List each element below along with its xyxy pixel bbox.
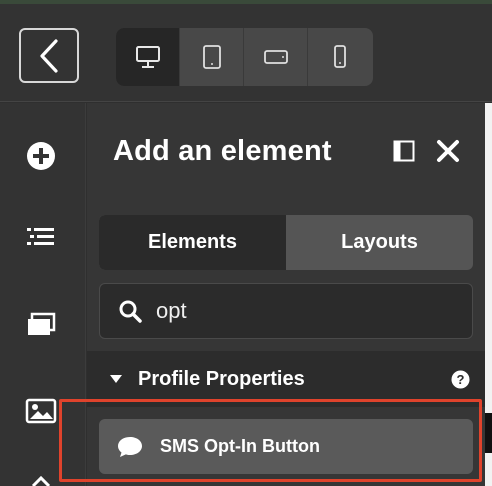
list-item-label: SMS Opt-In Button	[160, 436, 320, 456]
device-tablet-button[interactable]	[180, 28, 244, 86]
device-preview-group	[116, 28, 373, 86]
results-list: SMS Opt-In Button	[87, 407, 485, 486]
tab-elements[interactable]: Elements	[99, 215, 286, 270]
add-element-panel: Add an element Elements Layouts opt Prof…	[87, 103, 485, 486]
rail-layers-button[interactable]	[24, 307, 58, 341]
image-icon	[25, 398, 57, 424]
rail-add-button[interactable]	[24, 139, 58, 173]
toolbar	[0, 4, 492, 102]
rail-partial-icon	[31, 476, 51, 486]
search-value: opt	[156, 298, 187, 323]
dock-panel-icon[interactable]	[393, 140, 415, 162]
desktop-icon	[135, 46, 160, 68]
rail-list-button[interactable]	[24, 220, 58, 254]
list-item-sms-opt-in[interactable]: SMS Opt-In Button	[99, 419, 473, 474]
search-icon	[119, 300, 142, 323]
device-tablet-landscape-button[interactable]	[244, 28, 308, 86]
back-button[interactable]	[19, 28, 79, 83]
phone-icon	[334, 45, 346, 68]
tab-layouts[interactable]: Layouts	[286, 215, 473, 270]
panel-tabs: Elements Layouts	[99, 215, 473, 270]
canvas-edge-mark	[485, 413, 492, 453]
close-icon[interactable]	[436, 139, 460, 163]
caret-down-icon	[110, 375, 122, 383]
panel-title: Add an element	[113, 135, 332, 167]
help-icon[interactable]: ?	[451, 370, 470, 389]
search-input[interactable]: opt	[99, 283, 473, 339]
left-rail	[0, 103, 86, 486]
section-profile-properties[interactable]: Profile Properties ?	[87, 351, 485, 407]
tablet-landscape-icon	[263, 50, 288, 64]
tablet-icon	[202, 45, 221, 69]
chat-bubble-icon	[118, 436, 142, 457]
device-phone-button[interactable]	[308, 28, 372, 86]
list-icon	[27, 228, 54, 245]
canvas-edge	[485, 103, 492, 486]
device-desktop-button[interactable]	[116, 28, 180, 86]
chevron-left-icon	[40, 38, 58, 73]
section-label: Profile Properties	[138, 367, 305, 390]
layers-icon	[28, 312, 56, 335]
svg-text:?: ?	[457, 372, 465, 387]
add-circle-icon	[27, 142, 55, 170]
rail-image-button[interactable]	[24, 394, 58, 428]
